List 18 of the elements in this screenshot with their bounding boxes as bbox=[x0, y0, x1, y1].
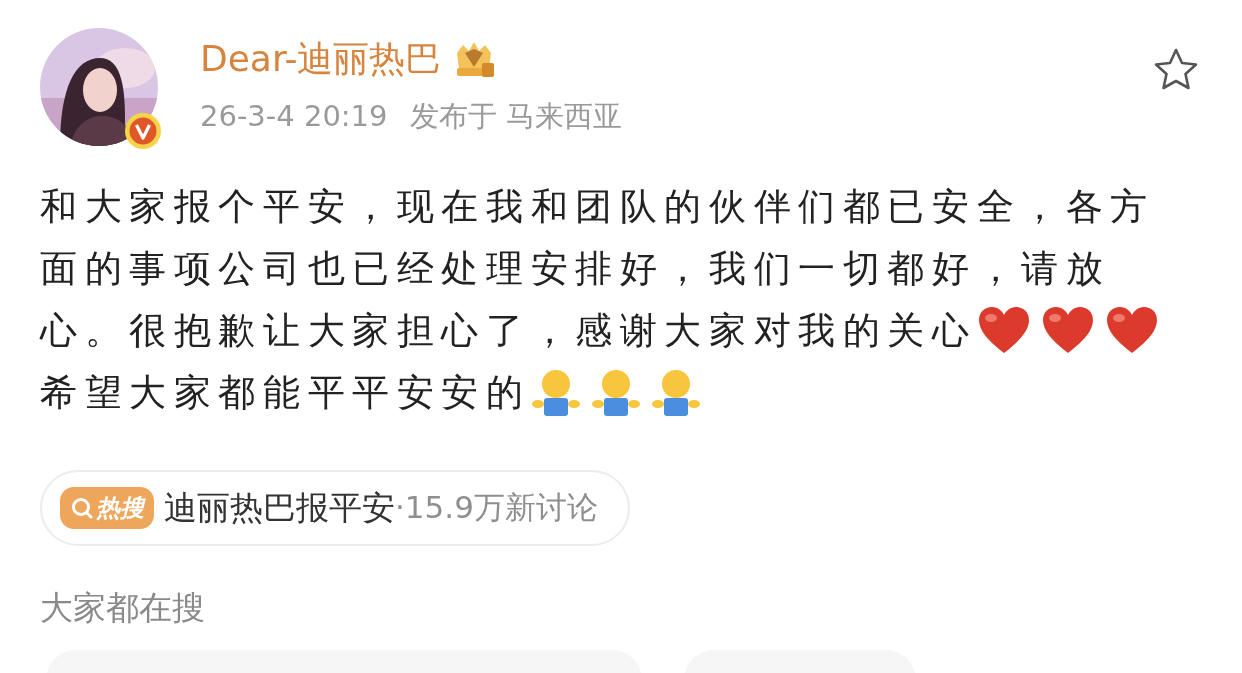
hot-topic-chip[interactable]: 热搜 迪丽热巴报平安·15.9万新讨论 bbox=[40, 470, 630, 546]
heart-icon bbox=[1040, 306, 1095, 356]
post-text-line: 希望大家都能平平安安的 bbox=[40, 370, 531, 416]
heart-icon bbox=[1104, 306, 1159, 356]
topic-title: 迪丽热巴报平安 bbox=[164, 486, 395, 529]
discussion-count: ·15.9万新讨论 bbox=[395, 488, 598, 527]
figure-icon bbox=[650, 368, 701, 418]
figure-icon bbox=[590, 368, 641, 418]
post-location: 发布于 马来西亚 bbox=[409, 98, 622, 135]
post-text-line: 面的事项公司也已经处理安排好，我们一切都好，请放 bbox=[40, 246, 1111, 292]
search-icon bbox=[70, 496, 94, 520]
post-text-line: 心。很抱歉让大家担心了，感谢大家对我的关心 bbox=[40, 308, 977, 354]
heart-icon bbox=[976, 306, 1031, 356]
badge-label: 热搜 bbox=[96, 493, 144, 524]
post-text-line: 和大家报个平安，现在我和团队的伙伴们都已安全，各方 bbox=[40, 184, 1155, 230]
post-time: 26-3-4 20:19 bbox=[200, 98, 388, 135]
section-title: 大家都在搜 bbox=[40, 587, 206, 629]
figure-icon bbox=[530, 368, 581, 418]
